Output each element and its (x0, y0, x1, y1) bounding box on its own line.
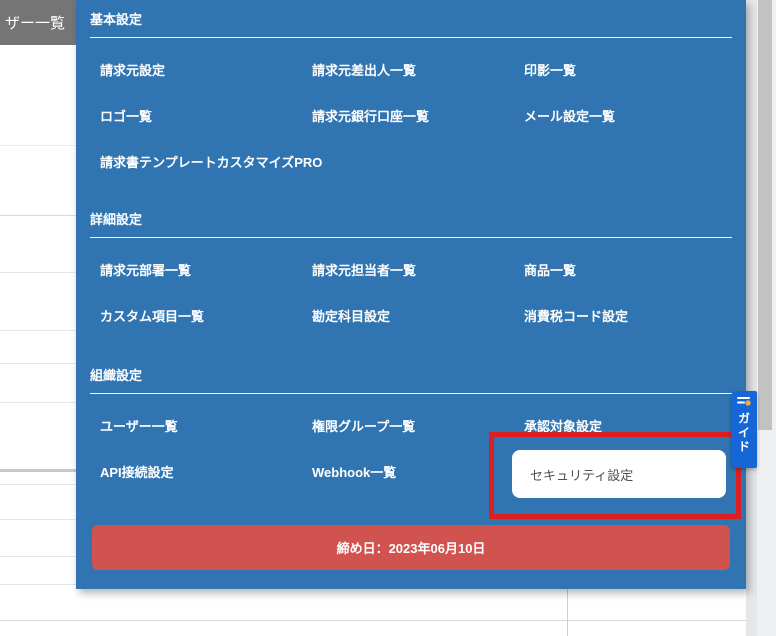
menu-link-webhook-list[interactable]: Webhook一覧 (312, 462, 396, 481)
section-divider (90, 37, 732, 38)
table-column-divider (567, 589, 568, 636)
section-basic-settings: 基本設定 請求元設定 請求元差出人一覧 印影一覧 ロゴ一覧 請求元銀行口座一覧 … (90, 11, 732, 184)
menu-link-custom-field-list[interactable]: カスタム項目一覧 (100, 306, 204, 325)
menu-link-mail-settings-list[interactable]: メール設定一覧 (524, 106, 615, 125)
menu-link-billing-department-list[interactable]: 請求元部署一覧 (100, 260, 191, 279)
page-right-margin (746, 0, 757, 636)
menu-link-product-list[interactable]: 商品一覧 (524, 260, 576, 279)
menu-link-user-list[interactable]: ユーザー一覧 (100, 416, 178, 435)
section-title-detail: 詳細設定 (90, 212, 143, 227)
menu-link-billing-sender-list[interactable]: 請求元差出人一覧 (312, 60, 416, 79)
background-topbar: ザー一覧 (0, 0, 76, 45)
guide-tab[interactable]: ガイド (731, 391, 757, 468)
menu-link-billing-bank-account-list[interactable]: 請求元銀行口座一覧 (312, 106, 429, 125)
section-title-basic: 基本設定 (90, 12, 143, 27)
settings-menu-panel: 基本設定 請求元設定 請求元差出人一覧 印影一覧 ロゴ一覧 請求元銀行口座一覧 … (76, 0, 746, 589)
menu-link-invoice-template-customize-pro[interactable]: 請求書テンプレートカスタマイズPRO (100, 152, 322, 171)
section-title-organization: 組織設定 (90, 368, 143, 383)
menu-link-tax-code-settings[interactable]: 消費税コード設定 (524, 306, 628, 325)
menu-link-account-title-settings[interactable]: 勘定科目設定 (312, 306, 390, 325)
menu-link-billing-source-settings[interactable]: 請求元設定 (100, 60, 165, 79)
menu-link-billing-staff-list[interactable]: 請求元担当者一覧 (312, 260, 416, 279)
table-row-divider (0, 620, 757, 621)
menu-link-approval-target-settings[interactable]: 承認対象設定 (524, 416, 602, 435)
section-detail-settings: 詳細設定 請求元部署一覧 請求元担当者一覧 商品一覧 カスタム項目一覧 勘定科目… (90, 211, 732, 338)
section-divider (90, 393, 732, 394)
menu-link-security-settings[interactable]: セキュリティ設定 (512, 450, 726, 498)
scrollbar-thumb[interactable] (758, 0, 772, 430)
guide-icon (736, 396, 752, 409)
menu-link-logo-list[interactable]: ロゴ一覧 (100, 106, 152, 125)
menu-link-permission-group-list[interactable]: 権限グループ一覧 (312, 416, 415, 435)
section-divider (90, 237, 732, 238)
guide-tab-label: ガイド (736, 412, 751, 454)
menu-link-api-connection-settings[interactable]: API接続設定 (100, 462, 174, 481)
closing-date-button[interactable]: 締め日：2023年06月10日 (92, 525, 730, 570)
background-page-title: ザー一覧 (5, 15, 66, 32)
menu-link-seal-list[interactable]: 印影一覧 (524, 60, 576, 79)
